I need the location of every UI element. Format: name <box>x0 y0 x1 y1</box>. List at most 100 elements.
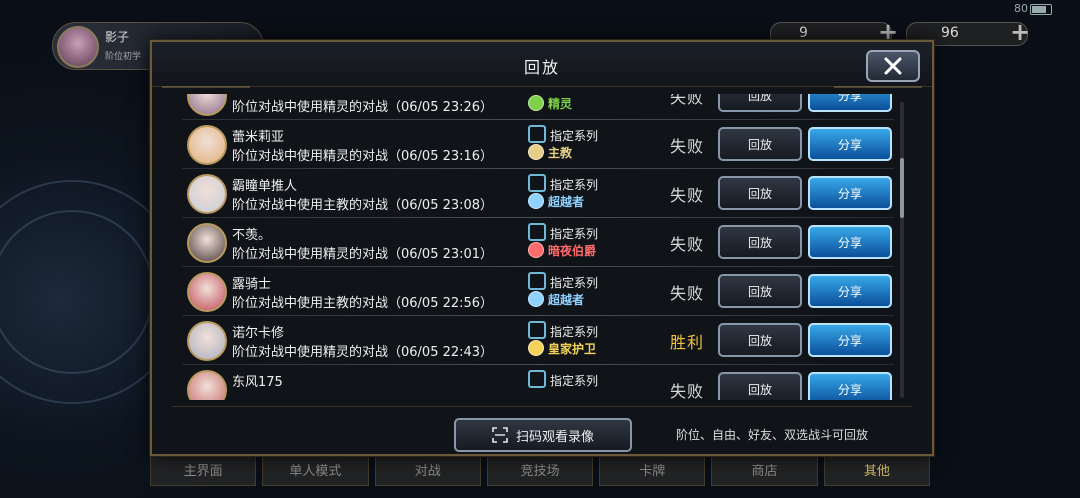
class-label: 精灵 <box>528 95 572 112</box>
match-result: 失败 <box>670 235 705 254</box>
format-icon <box>528 321 546 339</box>
replay-button[interactable]: 回放 <box>718 225 802 259</box>
nav-solo[interactable]: 单人模式 <box>262 452 369 486</box>
class-label: 暗夜伯爵 <box>528 242 596 259</box>
replay-row: 雪兰阶位对战中使用精灵的对战（06/05 23:26）指定系列精灵失败回放分享 <box>182 94 894 120</box>
class-text: 暗夜伯爵 <box>548 244 597 258</box>
match-description: 阶位对战中使用精灵的对战（06/05 22:43） <box>232 345 494 360</box>
opponent-avatar <box>187 223 227 263</box>
nav-battle[interactable]: 对战 <box>374 452 481 486</box>
opponent-avatar <box>187 370 227 400</box>
share-button[interactable]: 分享 <box>808 94 892 112</box>
currency-rupies-value: 9 <box>799 25 808 41</box>
list-scrollbar[interactable] <box>900 102 904 398</box>
add-crystals-button[interactable]: + <box>1010 18 1030 46</box>
format-icon <box>528 125 546 143</box>
replay-button[interactable]: 回放 <box>718 274 802 308</box>
class-label: 超越者 <box>528 291 584 308</box>
share-button[interactable]: 分享 <box>808 225 892 259</box>
format-label: 指定系列 <box>528 321 598 340</box>
dialog-header: 回放 <box>152 42 932 87</box>
scan-icon <box>492 427 508 443</box>
match-description: 阶位对战中使用精灵的对战（06/05 23:26） <box>232 100 494 115</box>
match-description: 阶位对战中使用主教的对战（06/05 23:08） <box>232 198 494 213</box>
close-button[interactable] <box>866 50 920 82</box>
format-icon <box>528 272 546 290</box>
replay-button[interactable]: 回放 <box>718 94 802 112</box>
share-button[interactable]: 分享 <box>808 127 892 161</box>
class-text: 皇家护卫 <box>548 342 597 356</box>
opponent-avatar <box>187 321 227 361</box>
scan-button-label: 扫码观看录像 <box>515 429 594 445</box>
nav-arena[interactable]: 竞技场 <box>486 452 594 486</box>
match-result: 失败 <box>670 137 705 156</box>
format-label: 指定系列 <box>528 174 598 193</box>
replay-list[interactable]: 雪兰阶位对战中使用精灵的对战（06/05 23:26）指定系列精灵失败回放分享 … <box>182 94 894 400</box>
bottom-navigation: 主界面 单人模式 对战 竞技场 卡牌 商店 其他 <box>150 452 930 486</box>
replay-row: 霸瞳单推人阶位对战中使用主教的对战（06/05 23:08） 指定系列超越者 失败回… <box>182 170 894 218</box>
class-label: 超越者 <box>528 193 584 210</box>
opponent-name: 露骑士 <box>232 277 272 292</box>
replay-button[interactable]: 回放 <box>718 372 802 400</box>
opponent-avatar <box>187 125 227 165</box>
format-label: 指定系列 <box>528 370 598 389</box>
class-icon <box>528 95 544 111</box>
class-label: 主教 <box>528 144 572 161</box>
class-icon <box>528 193 544 209</box>
format-text: 指定系列 <box>550 325 599 339</box>
class-label: 皇家护卫 <box>528 340 596 357</box>
nav-home[interactable]: 主界面 <box>150 452 257 486</box>
class-icon <box>528 144 544 160</box>
player-rank: 阶位初学 <box>105 52 142 62</box>
share-button[interactable]: 分享 <box>808 176 892 210</box>
nav-other[interactable]: 其他 <box>823 452 930 486</box>
replay-row: 蕾米莉亚阶位对战中使用精灵的对战（06/05 23:16） 指定系列 主教 失败 回放分… <box>182 121 894 169</box>
match-result: 失败 <box>670 186 705 205</box>
match-description: 阶位对战中使用精灵的对战（06/05 23:16） <box>232 149 494 164</box>
match-description: 阶位对战中使用主教的对战（06/05 22:56） <box>232 296 494 311</box>
class-text: 超越者 <box>548 293 585 307</box>
scrollbar-thumb[interactable] <box>900 158 904 218</box>
scan-qr-replay-button[interactable]: 扫码观看录像 <box>454 418 632 452</box>
share-button[interactable]: 分享 <box>808 372 892 400</box>
format-icon <box>528 223 546 241</box>
opponent-name: 不羡。 <box>232 228 272 243</box>
format-text: 指定系列 <box>550 178 599 192</box>
match-result: 失败 <box>670 382 705 400</box>
format-icon <box>528 370 546 388</box>
dialog-title: 回放 <box>523 58 560 77</box>
opponent-avatar <box>187 272 227 312</box>
match-result: 失败 <box>670 94 705 107</box>
match-result: 胜利 <box>670 333 705 352</box>
replay-row: 露骑士 阶位对战中使用主教的对战（06/05 22:56） 指定系列 超越者 失败 回放分… <box>182 268 894 316</box>
class-icon <box>528 291 544 307</box>
opponent-avatar <box>187 94 227 116</box>
opponent-name: 霸瞳单推人 <box>232 179 298 194</box>
opponent-name: 东风175 <box>232 375 283 390</box>
format-label: 指定系列 <box>528 223 598 242</box>
format-label: 指定系列 <box>528 125 598 144</box>
header-ornament-right <box>834 86 922 88</box>
replay-button[interactable]: 回放 <box>718 323 802 357</box>
format-label: 指定系列 <box>528 272 598 291</box>
nav-cards[interactable]: 卡牌 <box>599 452 706 486</box>
replay-button[interactable]: 回放 <box>718 176 802 210</box>
format-text: 指定系列 <box>550 227 599 241</box>
match-description: 阶位对战中使用精灵的对战（06/05 23:01） <box>232 247 494 262</box>
replay-row: 诺尔卡修 阶位对战中使用精灵的对战（06/05 22:43） 指定系列 皇家护卫 胜利回… <box>182 317 894 365</box>
opponent-name: 蕾米莉亚 <box>232 130 285 145</box>
share-button[interactable]: 分享 <box>808 274 892 308</box>
battery-icon <box>1030 4 1052 15</box>
share-button[interactable]: 分享 <box>808 323 892 357</box>
format-text: 指定系列 <box>550 374 599 388</box>
format-icon <box>528 174 546 192</box>
class-icon <box>528 340 544 356</box>
class-text: 超越者 <box>548 195 585 209</box>
nav-shop[interactable]: 商店 <box>711 452 818 486</box>
replay-availability-note: 阶位、自由、好友、双选战斗可回放 <box>676 428 869 442</box>
class-icon <box>528 242 544 258</box>
replay-button[interactable]: 回放 <box>718 127 802 161</box>
player-name: 影子 <box>105 30 130 44</box>
replay-dialog: 回放 雪兰阶位对战中使用精灵的对战（06/05 23:26）指定系列精灵失败回放… <box>150 40 934 456</box>
header-ornament-left <box>162 86 250 88</box>
